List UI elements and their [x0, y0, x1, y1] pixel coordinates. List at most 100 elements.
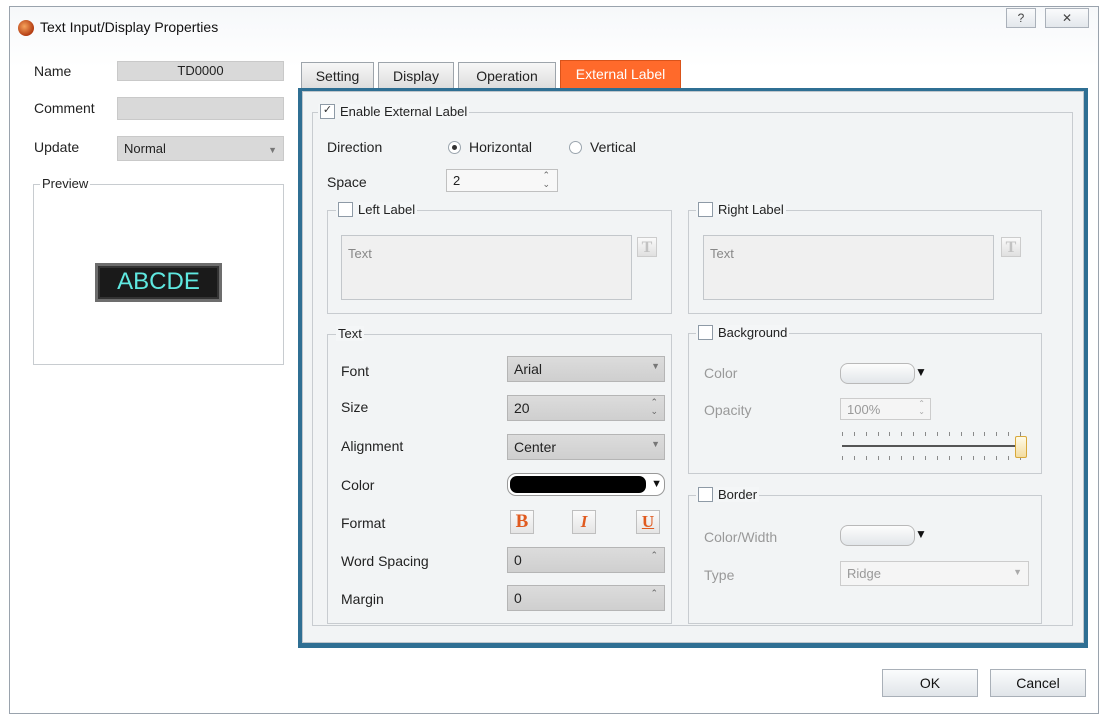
help-button[interactable]: ? — [1006, 8, 1036, 28]
left-label-title: Left Label — [358, 202, 416, 217]
enable-external-checkbox[interactable]: ✓ — [320, 104, 335, 119]
right-label-checkbox[interactable] — [698, 202, 713, 217]
underline-button[interactable]: U — [636, 510, 660, 534]
tab-display[interactable]: Display — [378, 62, 454, 89]
slider-tick — [866, 456, 867, 460]
left-label-checkbox-row[interactable]: Left Label — [336, 202, 418, 217]
size-label: Size — [341, 399, 369, 415]
preview-label: Preview — [40, 176, 91, 191]
space-spinner[interactable]: 2 ⌃ ⌄ — [446, 169, 558, 192]
slider-thumb[interactable] — [1015, 436, 1027, 458]
slider-tick — [842, 432, 843, 436]
tab-external-label[interactable]: External Label — [560, 60, 681, 89]
vertical-radio[interactable] — [569, 141, 582, 154]
border-group — [688, 495, 1042, 624]
direction-label: Direction — [327, 139, 383, 155]
text-group-title: Text — [336, 326, 364, 341]
opacity-slider[interactable] — [840, 428, 1030, 464]
slider-tick — [913, 432, 914, 436]
enable-external-label: Enable External Label — [340, 104, 468, 119]
preview-display: ABCDE — [95, 263, 222, 302]
horizontal-radio[interactable] — [448, 141, 461, 154]
slider-tick — [925, 456, 926, 460]
border-color-swatch — [840, 525, 915, 546]
slider-tick — [901, 432, 902, 436]
app-icon — [18, 20, 34, 36]
chevron-down-icon: ▼ — [1013, 567, 1022, 577]
format-label: Format — [341, 515, 386, 531]
opacity-spinner[interactable]: 100% ⌃ ⌄ — [840, 398, 931, 420]
right-label-text-area[interactable]: Text — [703, 235, 994, 300]
comment-field[interactable] — [117, 97, 284, 120]
slider-tick — [878, 456, 879, 460]
slider-tick — [996, 432, 997, 436]
slider-tick — [996, 456, 997, 460]
tab-setting[interactable]: Setting — [301, 62, 374, 89]
cancel-button[interactable]: Cancel — [990, 669, 1086, 697]
background-color-picker[interactable]: ▼ — [840, 361, 932, 385]
left-label-checkbox[interactable] — [338, 202, 353, 217]
slider-tick — [973, 456, 974, 460]
name-field[interactable]: TD0000 — [117, 61, 284, 81]
slider-tick — [1008, 456, 1009, 460]
vertical-label: Vertical — [590, 139, 636, 155]
ok-button[interactable]: OK — [882, 669, 978, 697]
slider-tick — [937, 456, 938, 460]
caret-down-icon: ▼ — [915, 527, 927, 541]
opacity-label: Opacity — [704, 402, 752, 418]
border-type-select[interactable]: Ridge ▼ — [840, 561, 1029, 586]
alignment-select[interactable]: Center ▼ — [507, 434, 665, 460]
text-color-swatch — [510, 476, 646, 493]
spinner-up-icon[interactable]: ⌃ — [650, 588, 658, 599]
name-label: Name — [34, 63, 72, 79]
update-select[interactable]: Normal ▼ — [117, 136, 284, 161]
update-label: Update — [34, 139, 80, 155]
slider-tick — [889, 432, 890, 436]
text-editor-icon[interactable]: T — [637, 237, 657, 257]
border-checkbox[interactable] — [698, 487, 713, 502]
slider-track — [842, 445, 1020, 447]
right-label-checkbox-row[interactable]: Right Label — [696, 202, 786, 217]
slider-tick — [984, 432, 985, 436]
right-label-title: Right Label — [718, 202, 784, 217]
caret-down-icon: ▼ — [915, 365, 927, 379]
size-value: 20 — [514, 400, 530, 416]
text-color-picker[interactable]: ▼ — [507, 473, 665, 496]
enable-external-checkbox-row[interactable]: ✓ Enable External Label — [318, 104, 470, 119]
bold-button[interactable]: B — [510, 510, 534, 534]
slider-tick — [925, 432, 926, 436]
slider-tick — [901, 456, 902, 460]
border-color-width-label: Color/Width — [704, 529, 778, 545]
color-label: Color — [341, 477, 375, 493]
border-title: Border — [718, 487, 758, 502]
spinner-arrows-icon[interactable]: ⌃ ⌄ — [918, 400, 925, 416]
size-spinner[interactable]: 20 ⌃ ⌄ — [507, 395, 665, 421]
alignment-label: Alignment — [341, 438, 404, 454]
text-editor-icon[interactable]: T — [1001, 237, 1021, 257]
tab-operation[interactable]: Operation — [458, 62, 556, 89]
border-checkbox-row[interactable]: Border — [696, 487, 760, 502]
spinner-arrows-icon[interactable]: ⌃ ⌄ — [542, 171, 550, 189]
font-select[interactable]: Arial ▼ — [507, 356, 665, 382]
slider-tick — [1008, 432, 1009, 436]
slider-tick — [889, 456, 890, 460]
comment-label: Comment — [34, 100, 95, 116]
alignment-value: Center — [514, 439, 557, 455]
background-checkbox[interactable] — [698, 325, 713, 340]
margin-label: Margin — [341, 591, 384, 607]
word-spacing-spinner[interactable]: 0 ⌃ — [507, 547, 665, 573]
left-label-text-area[interactable]: Text — [341, 235, 632, 300]
word-spacing-value: 0 — [514, 552, 522, 568]
border-type-value: Ridge — [847, 566, 881, 581]
spinner-arrows-icon[interactable]: ⌃ ⌄ — [650, 398, 658, 416]
spinner-up-icon[interactable]: ⌃ — [650, 550, 658, 561]
background-checkbox-row[interactable]: Background — [696, 325, 790, 340]
slider-tick — [961, 456, 962, 460]
slider-tick — [949, 432, 950, 436]
margin-spinner[interactable]: 0 ⌃ — [507, 585, 665, 611]
close-button[interactable]: ✕ — [1045, 8, 1089, 28]
border-color-picker[interactable]: ▼ — [840, 523, 932, 547]
slider-tick — [866, 432, 867, 436]
italic-button[interactable]: I — [572, 510, 596, 534]
window-title: Text Input/Display Properties — [40, 19, 219, 35]
